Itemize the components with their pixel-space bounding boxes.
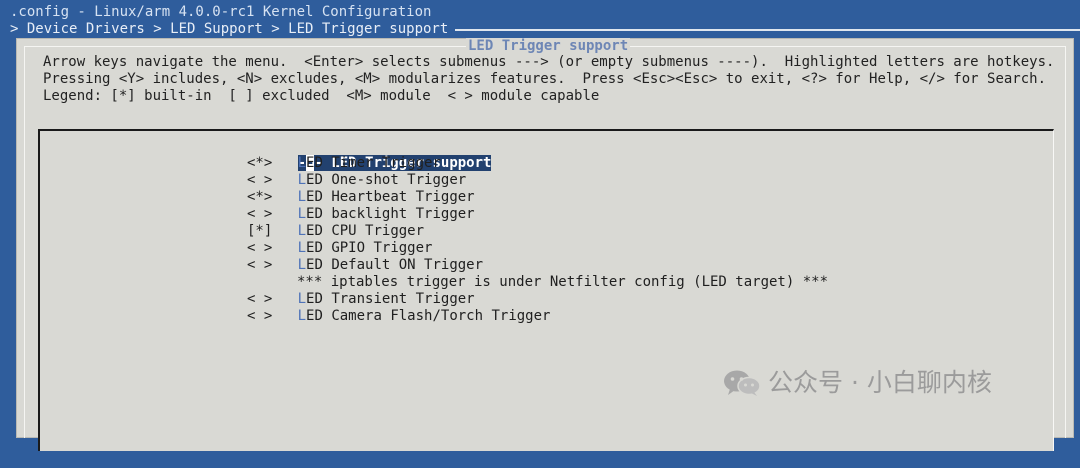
menu-item-hotkey: L xyxy=(297,291,307,307)
menu-item-gpio-trigger[interactable]: < > LED GPIO Trigger xyxy=(247,240,432,257)
menu-item-hotkey: L xyxy=(297,240,307,256)
breadcrumb: > Device Drivers > LED Support > LED Tri… xyxy=(10,21,449,37)
watermark-text: 公众号 · 小白聊内核 xyxy=(768,368,992,397)
menu-list: --- LED Trigger support <*> LED Timer Tr… xyxy=(38,129,1054,451)
menu-item-timer-trigger[interactable]: <*> LED Timer Trigger xyxy=(247,155,441,172)
menu-item-label: ED Transient Trigger xyxy=(306,291,475,307)
menu-item-prefix: [*] xyxy=(247,223,273,239)
menu-item-transient-trigger[interactable]: < > LED Transient Trigger xyxy=(247,291,475,308)
breadcrumb-rule xyxy=(455,29,1080,31)
menu-item-heartbeat-trigger[interactable]: <*> LED Heartbeat Trigger xyxy=(247,189,475,206)
dialog-title: LED Trigger support xyxy=(466,38,631,55)
menu-item-prefix: < > xyxy=(247,206,273,222)
menu-item-backlight-trigger[interactable]: < > LED backlight Trigger xyxy=(247,206,475,223)
menu-item-hotkey: L xyxy=(297,308,307,324)
menu-item-prefix: < > xyxy=(247,291,273,307)
menu-comment-text: *** iptables trigger is under Netfilter … xyxy=(297,274,829,290)
menu-item-label: ED Heartbeat Trigger xyxy=(306,189,475,205)
menu-item-label: ED Camera Flash/Torch Trigger xyxy=(306,308,551,324)
menu-item-hotkey: L xyxy=(297,155,307,171)
menu-item-prefix: <*> xyxy=(247,155,273,171)
dialog-border xyxy=(1065,46,1066,438)
menu-item-label: ED One-shot Trigger xyxy=(306,172,467,188)
menu-item-label: ED Timer Trigger xyxy=(306,155,441,171)
window-title: .config - Linux/arm 4.0.0-rc1 Kernel Con… xyxy=(10,4,432,20)
watermark: 公众号 · 小白聊内核 xyxy=(722,366,992,400)
menu-item-prefix: < > xyxy=(247,308,273,324)
menu-item-hotkey: L xyxy=(297,189,307,205)
menu-item-hotkey: L xyxy=(297,257,307,273)
menu-item-label: ED GPIO Trigger xyxy=(306,240,433,256)
menu-item-cpu-trigger[interactable]: [*] LED CPU Trigger xyxy=(247,223,424,240)
menu-item-hotkey: L xyxy=(297,223,307,239)
help-text-line-2: Pressing <Y> includes, <N> excludes, <M>… xyxy=(43,71,1047,87)
menu-item-camera-flash-trigger[interactable]: < > LED Camera Flash/Torch Trigger xyxy=(247,308,550,325)
menu-item-prefix: < > xyxy=(247,240,273,256)
legend-text: Legend: [*] built-in [ ] excluded <M> mo… xyxy=(43,88,600,104)
menu-item-hotkey: L xyxy=(297,206,307,222)
menu-item-hotkey: L xyxy=(297,172,307,188)
wechat-icon xyxy=(724,370,761,396)
menu-item-prefix: < > xyxy=(247,257,273,273)
menu-item-oneshot-trigger[interactable]: < > LED One-shot Trigger xyxy=(247,172,466,189)
menu-item-default-on-trigger[interactable]: < > LED Default ON Trigger xyxy=(247,257,483,274)
menu-item-prefix: <*> xyxy=(247,189,273,205)
menu-item-prefix: < > xyxy=(247,172,273,188)
help-text-line-1: Arrow keys navigate the menu. <Enter> se… xyxy=(43,54,1055,70)
menu-comment-iptables: *** iptables trigger is under Netfilter … xyxy=(297,274,828,291)
menu-item-label: ED CPU Trigger xyxy=(306,223,425,239)
dialog-border xyxy=(24,46,25,438)
menu-item-label: ED Default ON Trigger xyxy=(306,257,484,273)
menu-item-label: ED backlight Trigger xyxy=(306,206,475,222)
